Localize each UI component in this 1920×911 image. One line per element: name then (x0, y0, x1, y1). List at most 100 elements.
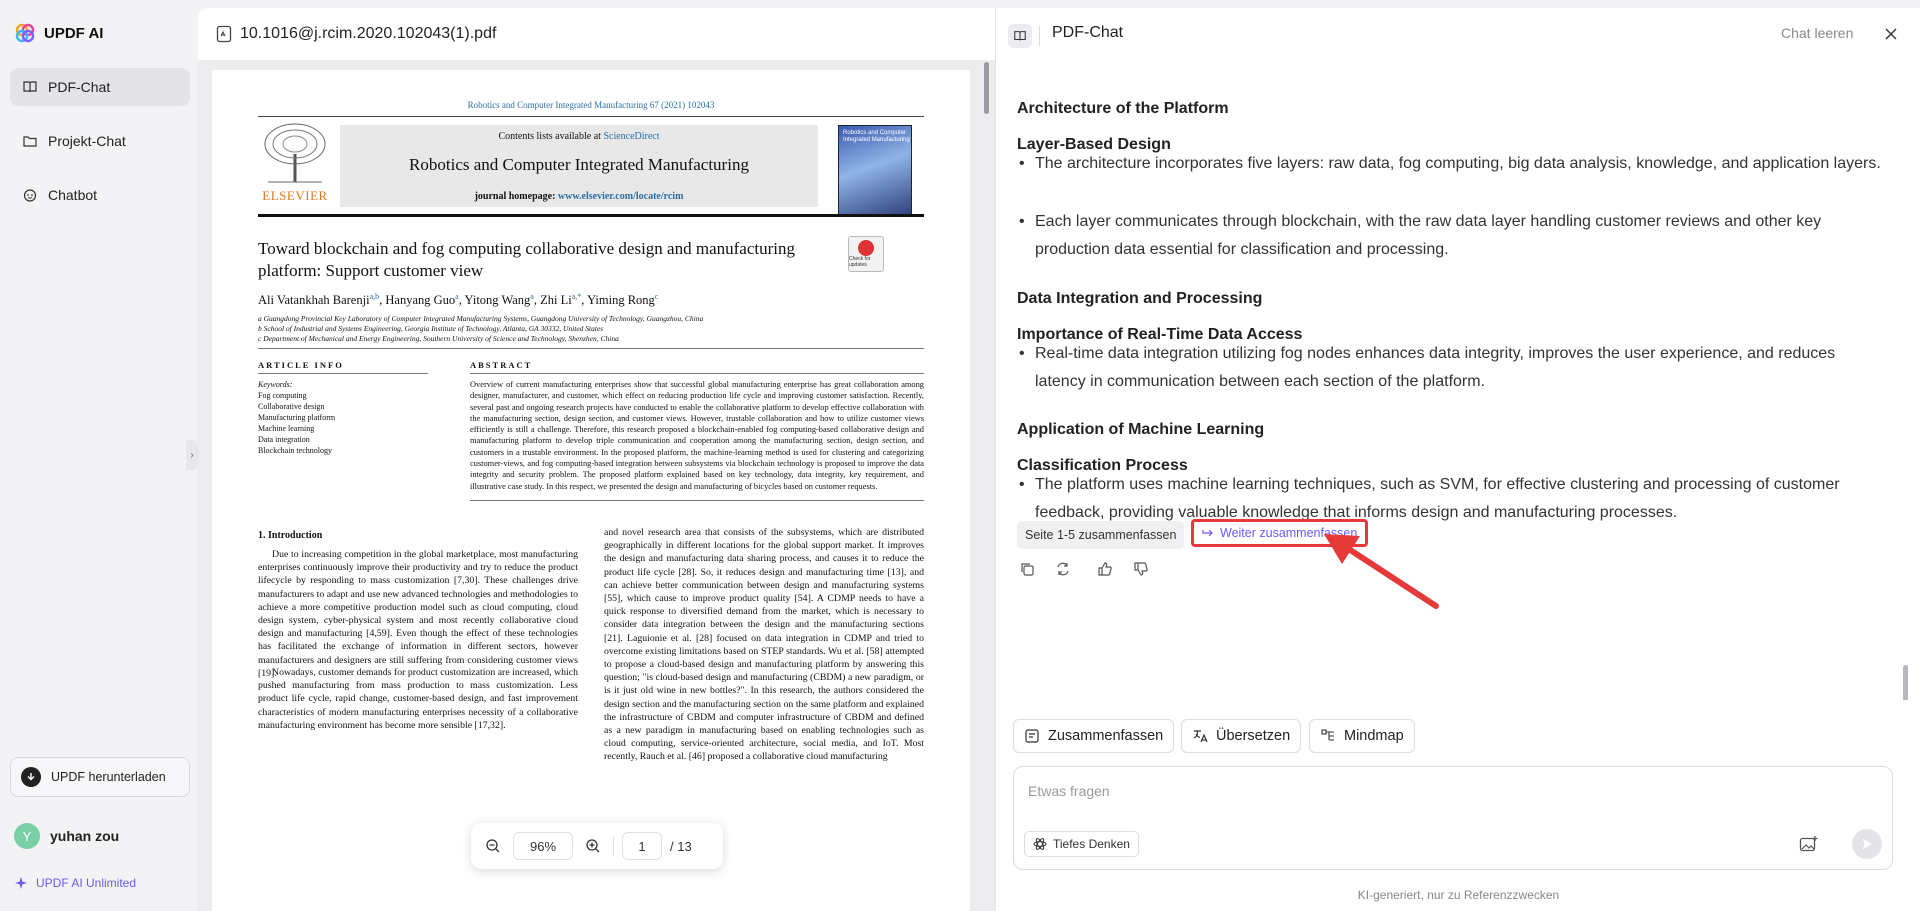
intro-paragraph-1: Due to increasing competition in the glo… (258, 549, 578, 679)
bullet-text: Each layer communicates through blockcha… (1035, 213, 1822, 258)
abstract-heading: ABSTRACT (470, 360, 533, 370)
author: Hanyang Guo (385, 293, 456, 308)
answer-bullet: • The platform uses machine learning tech… (1019, 471, 1889, 527)
contents-prefix: Contents lists available at (498, 131, 604, 142)
answer-heading: Architecture of the Platform (1017, 100, 1229, 117)
journal-cover-image: Robotics and Computer Integrated Manufac… (838, 125, 912, 217)
summarize-pages-chip[interactable]: Seite 1-5 zusammenfassen (1017, 521, 1185, 549)
sidebar-item-projekt-chat[interactable]: Projekt-Chat (10, 122, 190, 160)
pdf-file-icon (216, 25, 232, 43)
sciencedirect-link[interactable]: ScienceDirect (603, 131, 659, 142)
copy-icon[interactable] (1016, 558, 1038, 580)
keyword: Data integration (258, 435, 310, 444)
bullet-text: The architecture incorporates five layer… (1035, 155, 1881, 172)
summarize-label: Zusammenfassen (1048, 728, 1164, 744)
page-number-input[interactable]: 1 (622, 832, 662, 860)
journal-banner: Contents lists available at ScienceDirec… (340, 125, 818, 207)
answer-bullet: • Real-time data integration utilizing fo… (1019, 340, 1889, 396)
mindmap-button[interactable]: Mindmap (1309, 719, 1415, 753)
divider (613, 836, 614, 856)
sparkle-icon (15, 877, 27, 889)
affiliation: c Department of Mechanical and Energy En… (258, 334, 619, 343)
toggle-pdf-button[interactable] (1008, 24, 1032, 48)
pdf-canvas[interactable]: Robotics and Computer Integrated Manufac… (198, 60, 995, 911)
elsevier-logo: ELSEVIER (258, 120, 332, 204)
check-updates-icon (858, 240, 874, 256)
chevron-right-icon: › (190, 449, 194, 461)
send-button[interactable] (1852, 829, 1882, 859)
divider (258, 116, 924, 117)
keywords-label: Keywords: (258, 380, 293, 389)
deep-think-toggle[interactable]: Tiefes Denken (1024, 831, 1139, 857)
pdf-scrollbar[interactable] (978, 60, 992, 911)
annotation-arrow-icon (1324, 534, 1439, 609)
author: Ali Vatankhah Barenji (258, 293, 370, 308)
zoom-in-icon[interactable] (581, 834, 605, 858)
homepage-link[interactable]: www.elsevier.com/locate/rcim (558, 191, 684, 202)
divider (258, 214, 924, 217)
user-profile[interactable]: Y yuhan zou (14, 823, 119, 849)
bullet-text: The platform uses machine learning techn… (1035, 476, 1840, 521)
download-label: UPDF herunterladen (51, 770, 166, 784)
sidebar-item-label: Chatbot (48, 187, 98, 203)
zoom-out-icon[interactable] (481, 834, 505, 858)
divider (258, 348, 924, 349)
pdf-scroll-thumb[interactable] (984, 62, 989, 114)
sidebar-item-chatbot[interactable]: Chatbot (10, 176, 190, 214)
pdf-viewer: 10.1016@j.rcim.2020.102043(1).pdf Roboti… (198, 8, 995, 911)
article-info-heading: ARTICLE INFO (258, 360, 344, 370)
answer-heading: Application of Machine Learning (1017, 421, 1265, 438)
pdf-header: 10.1016@j.rcim.2020.102043(1).pdf (198, 8, 995, 60)
chat-input[interactable] (1028, 779, 1828, 803)
send-icon (1863, 839, 1872, 849)
clear-chat-button[interactable]: Chat leeren (1781, 25, 1853, 41)
chat-panel: PDF-Chat Chat leeren Architecture of the… (995, 8, 1920, 911)
homepage-line: journal homepage: www.elsevier.com/locat… (340, 191, 818, 202)
return-arrow-icon (1202, 529, 1213, 537)
journal-reference: Robotics and Computer Integrated Manufac… (467, 100, 715, 110)
zoom-level[interactable]: 96% (513, 832, 573, 860)
author: Yitong Wang (464, 293, 531, 308)
elsevier-tree-icon (264, 123, 326, 183)
affiliation: b School of Industrial and Systems Engin… (258, 324, 604, 333)
summarize-icon (1025, 729, 1039, 743)
translate-icon (1193, 730, 1208, 743)
updf-logo-icon (15, 23, 35, 43)
divider (470, 373, 924, 374)
chat-header: PDF-Chat Chat leeren (996, 8, 1920, 60)
folder-icon (23, 136, 37, 147)
check-updates-label: Check for updates (849, 256, 871, 268)
regenerate-icon[interactable] (1052, 558, 1074, 580)
translate-label: Übersetzen (1216, 728, 1291, 744)
answer-heading: Data Integration and Processing (1017, 290, 1263, 307)
section-heading: 1. Introduction (258, 530, 323, 541)
close-icon[interactable] (1880, 23, 1902, 45)
author: Zhi Li (540, 293, 572, 308)
summarize-button[interactable]: Zusammenfassen (1013, 719, 1175, 753)
intro-right-column: and novel research area that consists of… (604, 527, 924, 763)
author: Yiming Rong (587, 293, 655, 308)
thumbs-up-icon[interactable] (1094, 558, 1116, 580)
author-sup: a (530, 292, 534, 301)
sidebar-item-pdf-chat[interactable]: PDF-Chat (10, 68, 190, 106)
abstract-text: Overview of current manufacturing enterp… (470, 380, 924, 491)
add-image-icon[interactable] (1798, 833, 1820, 855)
avatar: Y (14, 823, 40, 849)
upgrade-link[interactable]: UPDF AI Unlimited (14, 876, 136, 890)
homepage-prefix: journal homepage: (474, 191, 558, 202)
chat-input-box: Tiefes Denken (1013, 766, 1893, 870)
app-name: UPDF AI (44, 24, 104, 42)
author-sup: a,* (571, 292, 582, 301)
author-sup: a,b (369, 292, 380, 301)
divider (258, 373, 428, 374)
authors: Ali Vatankhah Barenjia,b, Hanyang Guoa, … (258, 292, 659, 308)
thumbs-down-icon[interactable] (1130, 558, 1152, 580)
sidebar-item-label: Projekt-Chat (48, 133, 126, 149)
author-sup: c (654, 292, 659, 301)
translate-button[interactable]: Übersetzen (1181, 719, 1302, 753)
download-updf-button[interactable]: UPDF herunterladen (10, 757, 190, 797)
chat-scroll-thumb[interactable] (1903, 665, 1908, 700)
collapse-sidebar-handle[interactable]: › (186, 440, 198, 470)
answer-bullet: • The architecture incorporates five laye… (1019, 150, 1889, 178)
check-for-updates-badge[interactable]: Check for updates (848, 236, 884, 272)
